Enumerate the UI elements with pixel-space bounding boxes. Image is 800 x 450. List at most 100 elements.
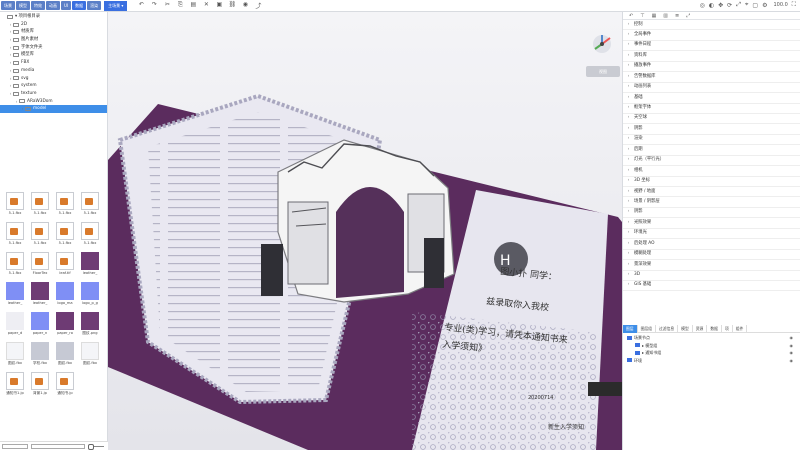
layer-row[interactable]: 场景节点 ◉ [623,334,800,342]
component-row[interactable]: › 后处理 AO [623,239,800,250]
chevron-right-icon[interactable]: › [623,228,634,238]
visibility-icon[interactable]: ◉ [790,357,794,365]
pin-icon[interactable]: ⊤ [640,13,644,19]
chevron-right-icon[interactable]: › [623,40,634,50]
settings-icon[interactable]: ⚙ [762,2,767,9]
layer-row[interactable]: ▸ 通知书组 ◉ [623,349,800,357]
layer-tab[interactable]: 资源 [693,325,708,333]
chevron-right-icon[interactable]: › [623,82,634,92]
asset-item[interactable]: leather_ [3,282,27,309]
3d-viewport[interactable]: H 图小扑 同学： 兹录取你入我校 专业(类)学习，请凭本通知书来 入学须知》 … [108,12,622,450]
tree-item[interactable]: › 模型库 [0,51,107,59]
component-row[interactable]: › 相机 [623,166,800,177]
layer-tab[interactable]: 模型 [678,325,693,333]
toolbar-tab[interactable]: 渲染 [87,1,102,10]
component-row[interactable]: › GIS 基础 [623,280,800,292]
asset-item[interactable]: 图纹.fbx [53,342,77,369]
component-row[interactable]: › 阴影 [623,124,800,135]
expand-icon[interactable]: ⤢ [686,13,690,19]
chevron-right-icon[interactable]: › [623,197,634,207]
layer-row[interactable]: 环境 ◉ [623,357,800,365]
grid-icon[interactable]: ▦ [652,13,657,19]
asset-item[interactable]: paper_ro [53,312,77,339]
component-row[interactable]: › 场景 / 阴影层 [623,197,800,208]
rotate-icon[interactable]: ⟳ [727,2,732,9]
layer-tab[interactable]: 图层 [623,325,638,333]
visibility-icon[interactable]: ◉ [790,342,794,350]
component-row[interactable]: › 光照效果 [623,218,800,229]
tree-item[interactable]: › media [0,67,107,75]
tree-item[interactable]: › 字体文件夹 [0,44,107,52]
chevron-right-icon[interactable]: › [623,187,634,197]
visibility-icon[interactable]: ◉ [790,334,794,342]
chevron-right-icon[interactable]: › [623,72,634,82]
export-icon[interactable]: ⤴ [254,1,262,10]
asset-item[interactable]: 5-1.fbx [78,192,102,219]
redo-icon[interactable]: ↷ [150,1,158,10]
toolbar-tab[interactable]: 场景 [1,1,15,10]
asset-item[interactable]: 5-1.fbx [3,192,27,219]
component-row[interactable]: › 阴影 [623,207,800,219]
fullscreen-icon[interactable]: ⛶ [792,1,796,9]
asset-item[interactable]: leather_ [78,252,102,279]
layer-tab[interactable]: 数据 [707,325,722,333]
component-row[interactable]: › 告警数据库 [623,72,800,83]
component-row[interactable]: › 灯光（平行光） [623,155,800,167]
list-icon[interactable]: ≣ [675,13,679,19]
chevron-right-icon[interactable]: › [623,155,634,165]
path-field[interactable] [2,444,28,449]
chevron-right-icon[interactable]: › [623,124,634,134]
camera-icon[interactable]: ◉ [241,1,249,10]
view-icon[interactable]: ◐ [709,2,714,9]
paste-icon[interactable]: ▤ [189,1,197,10]
layer-row[interactable]: ▸ 模型组 ◉ [623,342,800,350]
asset-item[interactable]: 图纹.fbx [3,342,27,369]
chevron-right-icon[interactable]: › [623,280,634,290]
asset-item[interactable]: 5-1.fbx [53,192,77,219]
chevron-right-icon[interactable]: › [623,239,634,249]
undo-icon[interactable]: ↶ [629,13,633,19]
asset-item[interactable]: 5-1.fbx [3,252,27,279]
component-row[interactable]: › 基础 [623,93,800,104]
asset-item[interactable]: 通知书.jp [53,372,77,399]
asset-item[interactable]: logo_ma [53,282,77,309]
toolbar-tab[interactable]: UI [61,1,72,10]
component-row[interactable]: › 事件日程 [623,40,800,52]
asset-item[interactable]: 背景1.jp [28,372,52,399]
toolbar-tab[interactable]: 动画 [46,1,60,10]
asset-item[interactable]: 图纹.fbx [78,342,102,369]
tree-item[interactable]: ▾ 项目根目录 [0,13,107,21]
asset-item[interactable]: 图纹.png [78,312,102,339]
tree-item[interactable]: › system [0,82,107,90]
asset-item[interactable]: 5-1.fbx [3,222,27,249]
component-row[interactable]: › 全局事件 [623,30,800,41]
component-row[interactable]: › 动画列表 [623,82,800,94]
component-row[interactable]: › 渲染 [623,135,800,146]
component-row[interactable]: › 框架字体 [623,104,800,114]
layer-tab[interactable]: 项 [722,325,733,333]
asset-item[interactable]: 通知书1.jp [3,372,27,399]
toolbar-tab[interactable]: 模型 [16,1,30,10]
asset-item[interactable]: FloorTex [28,252,52,279]
chevron-right-icon[interactable]: › [623,207,634,217]
chevron-right-icon[interactable]: › [623,145,634,155]
scale-icon[interactable]: ⤢ [736,1,741,9]
component-row[interactable]: › 景深效果 [623,260,800,271]
layer-tab[interactable]: 过滤信息 [656,325,679,333]
delete-icon[interactable]: ✕ [202,1,210,10]
asset-item[interactable]: 学校.fbx [28,342,52,369]
asset-item[interactable]: 5-1.fbx [28,192,52,219]
tree-item[interactable]: › model [0,105,107,113]
chevron-right-icon[interactable]: › [623,30,634,40]
chevron-right-icon[interactable]: › [623,176,634,186]
thumbnail-size-slider[interactable] [88,444,104,450]
snap-icon[interactable]: ⌖ [745,1,748,9]
zoom-value[interactable]: 100.0 [773,2,787,8]
cut-icon[interactable]: ✂ [163,1,171,10]
link-icon[interactable]: ⛓ [228,1,237,10]
tree-item[interactable]: › 图片素材 [0,36,107,44]
tree-item[interactable]: › FBX [0,59,107,67]
component-row[interactable]: › 模糊处理 [623,250,800,261]
component-row[interactable]: › 控制 [623,20,800,31]
chevron-right-icon[interactable]: › [623,218,634,228]
